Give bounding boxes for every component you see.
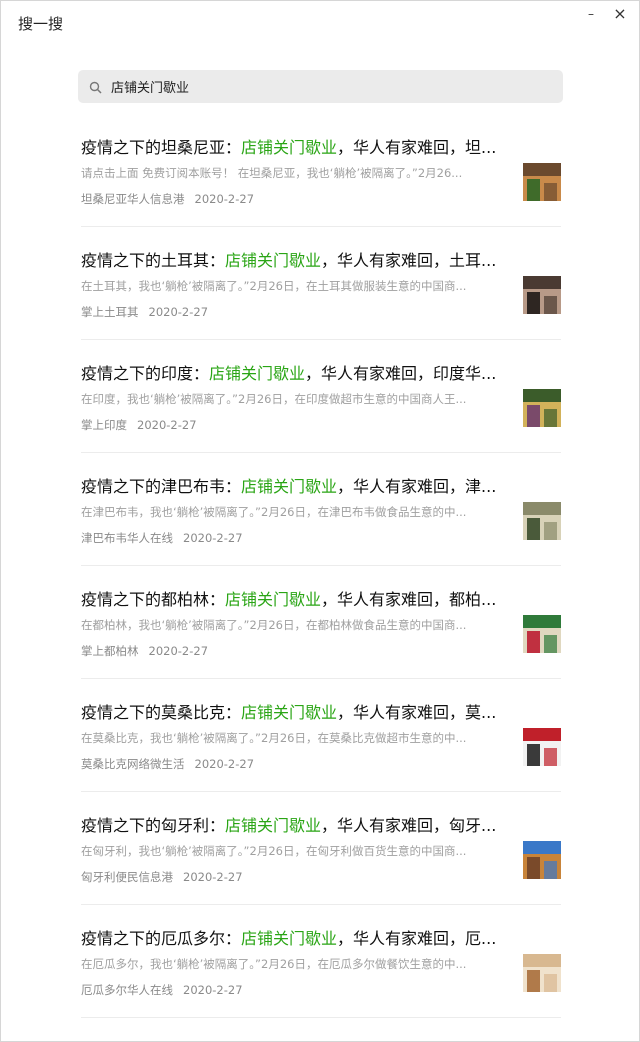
result-meta: 掌上土耳其 2020-2-27 <box>81 304 208 320</box>
title-suffix: ，华人有家难回，匈牙... <box>321 816 497 835</box>
search-window: 搜一搜 – × 疫情之下的坦桑尼亚：店铺关门歇业，华人有家难回，坦... 请点击… <box>0 0 640 1042</box>
minimize-button[interactable]: – <box>577 3 605 25</box>
result-date: 2020-2-27 <box>148 305 209 319</box>
result-thumbnail[interactable] <box>523 954 561 992</box>
title-highlight: 店铺关门歇业 <box>241 477 338 496</box>
result-description: 在都柏林，我也‘躺枪’被隔离了。”2月26日，在都柏林做食品生意的中国商... <box>81 618 467 632</box>
result-meta: 掌上都柏林 2020-2-27 <box>81 643 208 659</box>
search-icon <box>89 79 102 94</box>
result-item[interactable]: 疫情之下的津巴布韦：店铺关门歇业，华人有家难回，津... 在津巴布韦，我也‘躺枪… <box>81 453 561 566</box>
result-title[interactable]: 疫情之下的津巴布韦：店铺关门歇业，华人有家难回，津... <box>81 477 501 497</box>
result-thumbnail[interactable] <box>523 163 561 201</box>
result-meta: 匈牙利便民信息港 2020-2-27 <box>81 869 243 885</box>
result-description: 在土耳其，我也‘躺枪’被隔离了。”2月26日，在土耳其做服装生意的中国商... <box>81 279 467 293</box>
result-thumbnail[interactable] <box>523 502 561 540</box>
result-source[interactable]: 匈牙利便民信息港 <box>81 870 173 884</box>
result-item[interactable]: 疫情之下的匈牙利：店铺关门歇业，华人有家难回，匈牙... 在匈牙利，我也‘躺枪’… <box>81 792 561 905</box>
result-title[interactable]: 疫情之下的坦桑尼亚：店铺关门歇业，华人有家难回，坦... <box>81 138 501 158</box>
result-description: 在印度，我也‘躺枪’被隔离了。”2月26日，在印度做超市生意的中国商人王... <box>81 392 467 406</box>
result-item[interactable]: 疫情之下的坦桑尼亚：店铺关门歇业，华人有家难回，坦... 请点击上面 免费订阅本… <box>81 114 561 227</box>
result-thumbnail[interactable] <box>523 615 561 653</box>
result-title[interactable]: 疫情之下的匈牙利：店铺关门歇业，华人有家难回，匈牙... <box>81 816 501 836</box>
result-meta: 莫桑比克网络微生活 2020-2-27 <box>81 756 254 772</box>
result-source[interactable]: 莫桑比克网络微生活 <box>81 757 185 771</box>
title-suffix: ，华人有家难回，莫... <box>337 703 497 722</box>
result-meta: 厄瓜多尔华人在线 2020-2-27 <box>81 982 243 998</box>
title-prefix: 疫情之下的印度： <box>81 364 210 383</box>
title-highlight: 店铺关门歇业 <box>209 364 306 383</box>
result-source[interactable]: 津巴布韦华人在线 <box>81 531 173 545</box>
title-suffix: ，华人有家难回，都柏... <box>321 590 497 609</box>
title-suffix: ，华人有家难回，坦... <box>337 138 497 157</box>
result-date: 2020-2-27 <box>183 531 243 545</box>
result-item[interactable]: 疫情之下的土耳其：店铺关门歇业，华人有家难回，土耳... 在土耳其，我也‘躺枪’… <box>81 227 561 340</box>
result-date: 2020-2-27 <box>194 192 255 206</box>
title-prefix: 疫情之下的厄瓜多尔： <box>81 929 242 948</box>
result-description: 在津巴布韦，我也‘躺枪’被隔离了。”2月26日，在津巴布韦做食品生意的中... <box>81 505 467 519</box>
title-suffix: ，华人有家难回，印度华... <box>305 364 497 383</box>
search-input[interactable] <box>111 70 551 103</box>
result-title[interactable]: 疫情之下的土耳其：店铺关门歇业，华人有家难回，土耳... <box>81 251 501 271</box>
result-thumbnail[interactable] <box>523 389 561 427</box>
title-bar: 搜一搜 – × <box>1 1 639 45</box>
result-source[interactable]: 掌上土耳其 <box>81 305 139 319</box>
result-item[interactable]: 疫情之下的都柏林：店铺关门歇业，华人有家难回，都柏... 在都柏林，我也‘躺枪’… <box>81 566 561 679</box>
result-meta: 坦桑尼亚华人信息港 2020-2-27 <box>81 191 254 207</box>
title-suffix: ，华人有家难回，厄... <box>337 929 497 948</box>
title-prefix: 疫情之下的坦桑尼亚： <box>81 138 242 157</box>
search-box[interactable] <box>78 70 563 103</box>
close-button[interactable]: × <box>606 3 634 25</box>
result-meta: 津巴布韦华人在线 2020-2-27 <box>81 530 243 546</box>
window-title: 搜一搜 <box>18 15 64 33</box>
result-date: 2020-2-27 <box>183 870 243 884</box>
result-title[interactable]: 疫情之下的莫桑比克：店铺关门歇业，华人有家难回，莫... <box>81 703 501 723</box>
title-highlight: 店铺关门歇业 <box>225 816 322 835</box>
result-list: 疫情之下的坦桑尼亚：店铺关门歇业，华人有家难回，坦... 请点击上面 免费订阅本… <box>81 114 561 1018</box>
title-highlight: 店铺关门歇业 <box>241 138 338 157</box>
title-prefix: 疫情之下的莫桑比克： <box>81 703 242 722</box>
result-thumbnail[interactable] <box>523 276 561 314</box>
result-date: 2020-2-27 <box>194 757 255 771</box>
result-source[interactable]: 坦桑尼亚华人信息港 <box>81 192 185 206</box>
title-highlight: 店铺关门歇业 <box>225 251 322 270</box>
result-description: 在匈牙利，我也‘躺枪’被隔离了。”2月26日，在匈牙利做百货生意的中国商... <box>81 844 467 858</box>
result-thumbnail[interactable] <box>523 841 561 879</box>
result-thumbnail[interactable] <box>523 728 561 766</box>
result-date: 2020-2-27 <box>137 418 197 432</box>
result-item[interactable]: 疫情之下的厄瓜多尔：店铺关门歇业，华人有家难回，厄... 在厄瓜多尔，我也‘躺枪… <box>81 905 561 1018</box>
title-highlight: 店铺关门歇业 <box>241 703 338 722</box>
result-date: 2020-2-27 <box>148 644 209 658</box>
title-prefix: 疫情之下的土耳其： <box>81 251 226 270</box>
title-prefix: 疫情之下的都柏林： <box>81 590 226 609</box>
result-title[interactable]: 疫情之下的厄瓜多尔：店铺关门歇业，华人有家难回，厄... <box>81 929 501 949</box>
result-title[interactable]: 疫情之下的印度：店铺关门歇业，华人有家难回，印度华... <box>81 364 501 384</box>
result-title[interactable]: 疫情之下的都柏林：店铺关门歇业，华人有家难回，都柏... <box>81 590 501 610</box>
result-date: 2020-2-27 <box>183 983 243 997</box>
result-source[interactable]: 掌上印度 <box>81 418 127 432</box>
result-source[interactable]: 厄瓜多尔华人在线 <box>81 983 173 997</box>
result-description: 在厄瓜多尔，我也‘躺枪’被隔离了。”2月26日，在厄瓜多尔做餐饮生意的中... <box>81 957 467 971</box>
result-description: 请点击上面 免费订阅本账号！ 在坦桑尼亚，我也‘躺枪’被隔离了。”2月26... <box>81 166 463 180</box>
title-prefix: 疫情之下的津巴布韦： <box>81 477 242 496</box>
title-suffix: ，华人有家难回，津... <box>337 477 497 496</box>
result-description: 在莫桑比克，我也‘躺枪’被隔离了。”2月26日，在莫桑比克做超市生意的中... <box>81 731 467 745</box>
title-highlight: 店铺关门歇业 <box>225 590 322 609</box>
result-item[interactable]: 疫情之下的莫桑比克：店铺关门歇业，华人有家难回，莫... 在莫桑比克，我也‘躺枪… <box>81 679 561 792</box>
title-suffix: ，华人有家难回，土耳... <box>321 251 497 270</box>
result-item[interactable]: 疫情之下的印度：店铺关门歇业，华人有家难回，印度华... 在印度，我也‘躺枪’被… <box>81 340 561 453</box>
title-highlight: 店铺关门歇业 <box>241 929 338 948</box>
result-meta: 掌上印度 2020-2-27 <box>81 417 197 433</box>
result-source[interactable]: 掌上都柏林 <box>81 644 139 658</box>
title-prefix: 疫情之下的匈牙利： <box>81 816 226 835</box>
